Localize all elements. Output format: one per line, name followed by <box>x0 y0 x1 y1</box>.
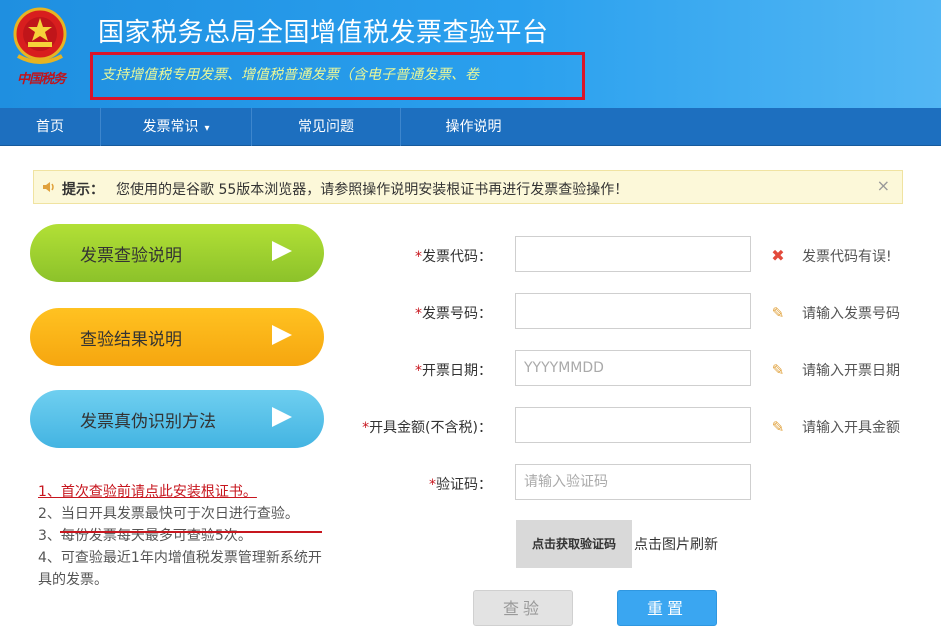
play-arrow-icon <box>272 325 292 345</box>
nav-item-label: 首页 <box>36 119 64 135</box>
play-arrow-icon <box>272 241 292 261</box>
captcha-input[interactable] <box>515 464 751 500</box>
chevron-down-icon: ▾ <box>204 123 210 134</box>
pill-label: 发票查验说明 <box>80 246 182 266</box>
check-button[interactable]: 查验 <box>473 590 573 626</box>
close-icon[interactable]: × <box>877 176 890 195</box>
notice-text: 您使用的是谷歌 55版本浏览器，请参照操作说明安装根证书再进行发票查验操作！ <box>116 182 629 198</box>
nav-item-label: 操作说明 <box>445 119 502 135</box>
note-item: 2、当日开具发票最快可于次日进行查验。 <box>38 506 299 522</box>
site-subtitle: 支持增值税专用发票、增值税普通发票（含电子普通发票、卷 <box>101 67 479 83</box>
note-item: 4、可查验最近1年内增值税发票管理新系统开具的发票。 <box>38 550 322 588</box>
amount-hint: ✎ 请输入开具金额 <box>771 418 900 436</box>
captcha-refresh-link[interactable]: 点击图片刷新 <box>634 534 718 554</box>
speaker-icon <box>43 182 54 192</box>
site-title: 国家税务总局全国增值税发票查验平台 <box>98 18 549 48</box>
issue-date-input[interactable] <box>515 350 751 386</box>
captcha-image[interactable]: 点击获取验证码 <box>516 520 632 568</box>
invoice-number-input[interactable] <box>515 293 751 329</box>
captcha-label: *验证码： <box>429 477 492 493</box>
annotation-underline <box>60 531 322 533</box>
nav-item-instructions[interactable]: 操作说明 <box>401 108 546 146</box>
pencil-icon: ✎ <box>771 418 785 436</box>
invoice-number-hint: ✎ 请输入发票号码 <box>771 304 900 322</box>
reset-button[interactable]: 重置 <box>617 590 717 626</box>
nav-item-home[interactable]: 首页 <box>0 108 100 146</box>
national-emblem-icon <box>13 7 67 64</box>
amount-input[interactable] <box>515 407 751 443</box>
browser-notice: 提示： 您使用的是谷歌 55版本浏览器，请参照操作说明安装根证书再进行发票查验操… <box>33 170 903 204</box>
note-item: 3、每份发票每天最多可查验5次。 <box>38 528 252 544</box>
notice-label: 提示： <box>62 182 104 198</box>
install-cert-link[interactable]: 1、首次查验前请点此安装根证书。 <box>38 481 328 503</box>
amount-label: *开具金额(不含税)： <box>362 420 492 436</box>
invoice-code-label: *发票代码： <box>415 249 492 265</box>
issue-date-hint: ✎ 请输入开票日期 <box>771 361 900 379</box>
authenticity-guide-button[interactable]: 发票真伪识别方法 <box>30 390 324 448</box>
nav-item-invoice-knowledge[interactable]: 发票常识 ▾ <box>101 108 251 146</box>
issue-date-label: *开票日期： <box>415 363 492 379</box>
brand-logo: 中国税务 <box>16 72 66 87</box>
main-nav: 首页 发票常识 ▾ 常见问题 操作说明 <box>0 108 941 146</box>
result-guide-button[interactable]: 查验结果说明 <box>30 308 324 366</box>
nav-item-label: 发票常识 <box>142 119 199 135</box>
invoice-code-input[interactable] <box>515 236 751 272</box>
nav-item-label: 常见问题 <box>298 119 354 135</box>
pencil-icon: ✎ <box>771 304 785 322</box>
nav-item-faq[interactable]: 常见问题 <box>252 108 400 146</box>
notes-list: 1、首次查验前请点此安装根证书。 2、当日开具发票最快可于次日进行查验。 3、每… <box>38 481 328 591</box>
invoice-number-label: *发票号码： <box>415 306 492 322</box>
play-arrow-icon <box>272 407 292 427</box>
invoice-code-hint: ✖ 发票代码有误! <box>771 246 892 265</box>
subtitle-highlight-box: 支持增值税专用发票、增值税普通发票（含电子普通发票、卷 <box>90 52 585 100</box>
pill-label: 发票真伪识别方法 <box>80 412 216 432</box>
error-x-icon: ✖ <box>771 246 785 265</box>
pencil-icon: ✎ <box>771 361 785 379</box>
site-header: 中国税务 国家税务总局全国增值税发票查验平台 支持增值税专用发票、增值税普通发票… <box>0 0 941 108</box>
pill-label: 查验结果说明 <box>80 330 182 350</box>
invoice-check-guide-button[interactable]: 发票查验说明 <box>30 224 324 282</box>
